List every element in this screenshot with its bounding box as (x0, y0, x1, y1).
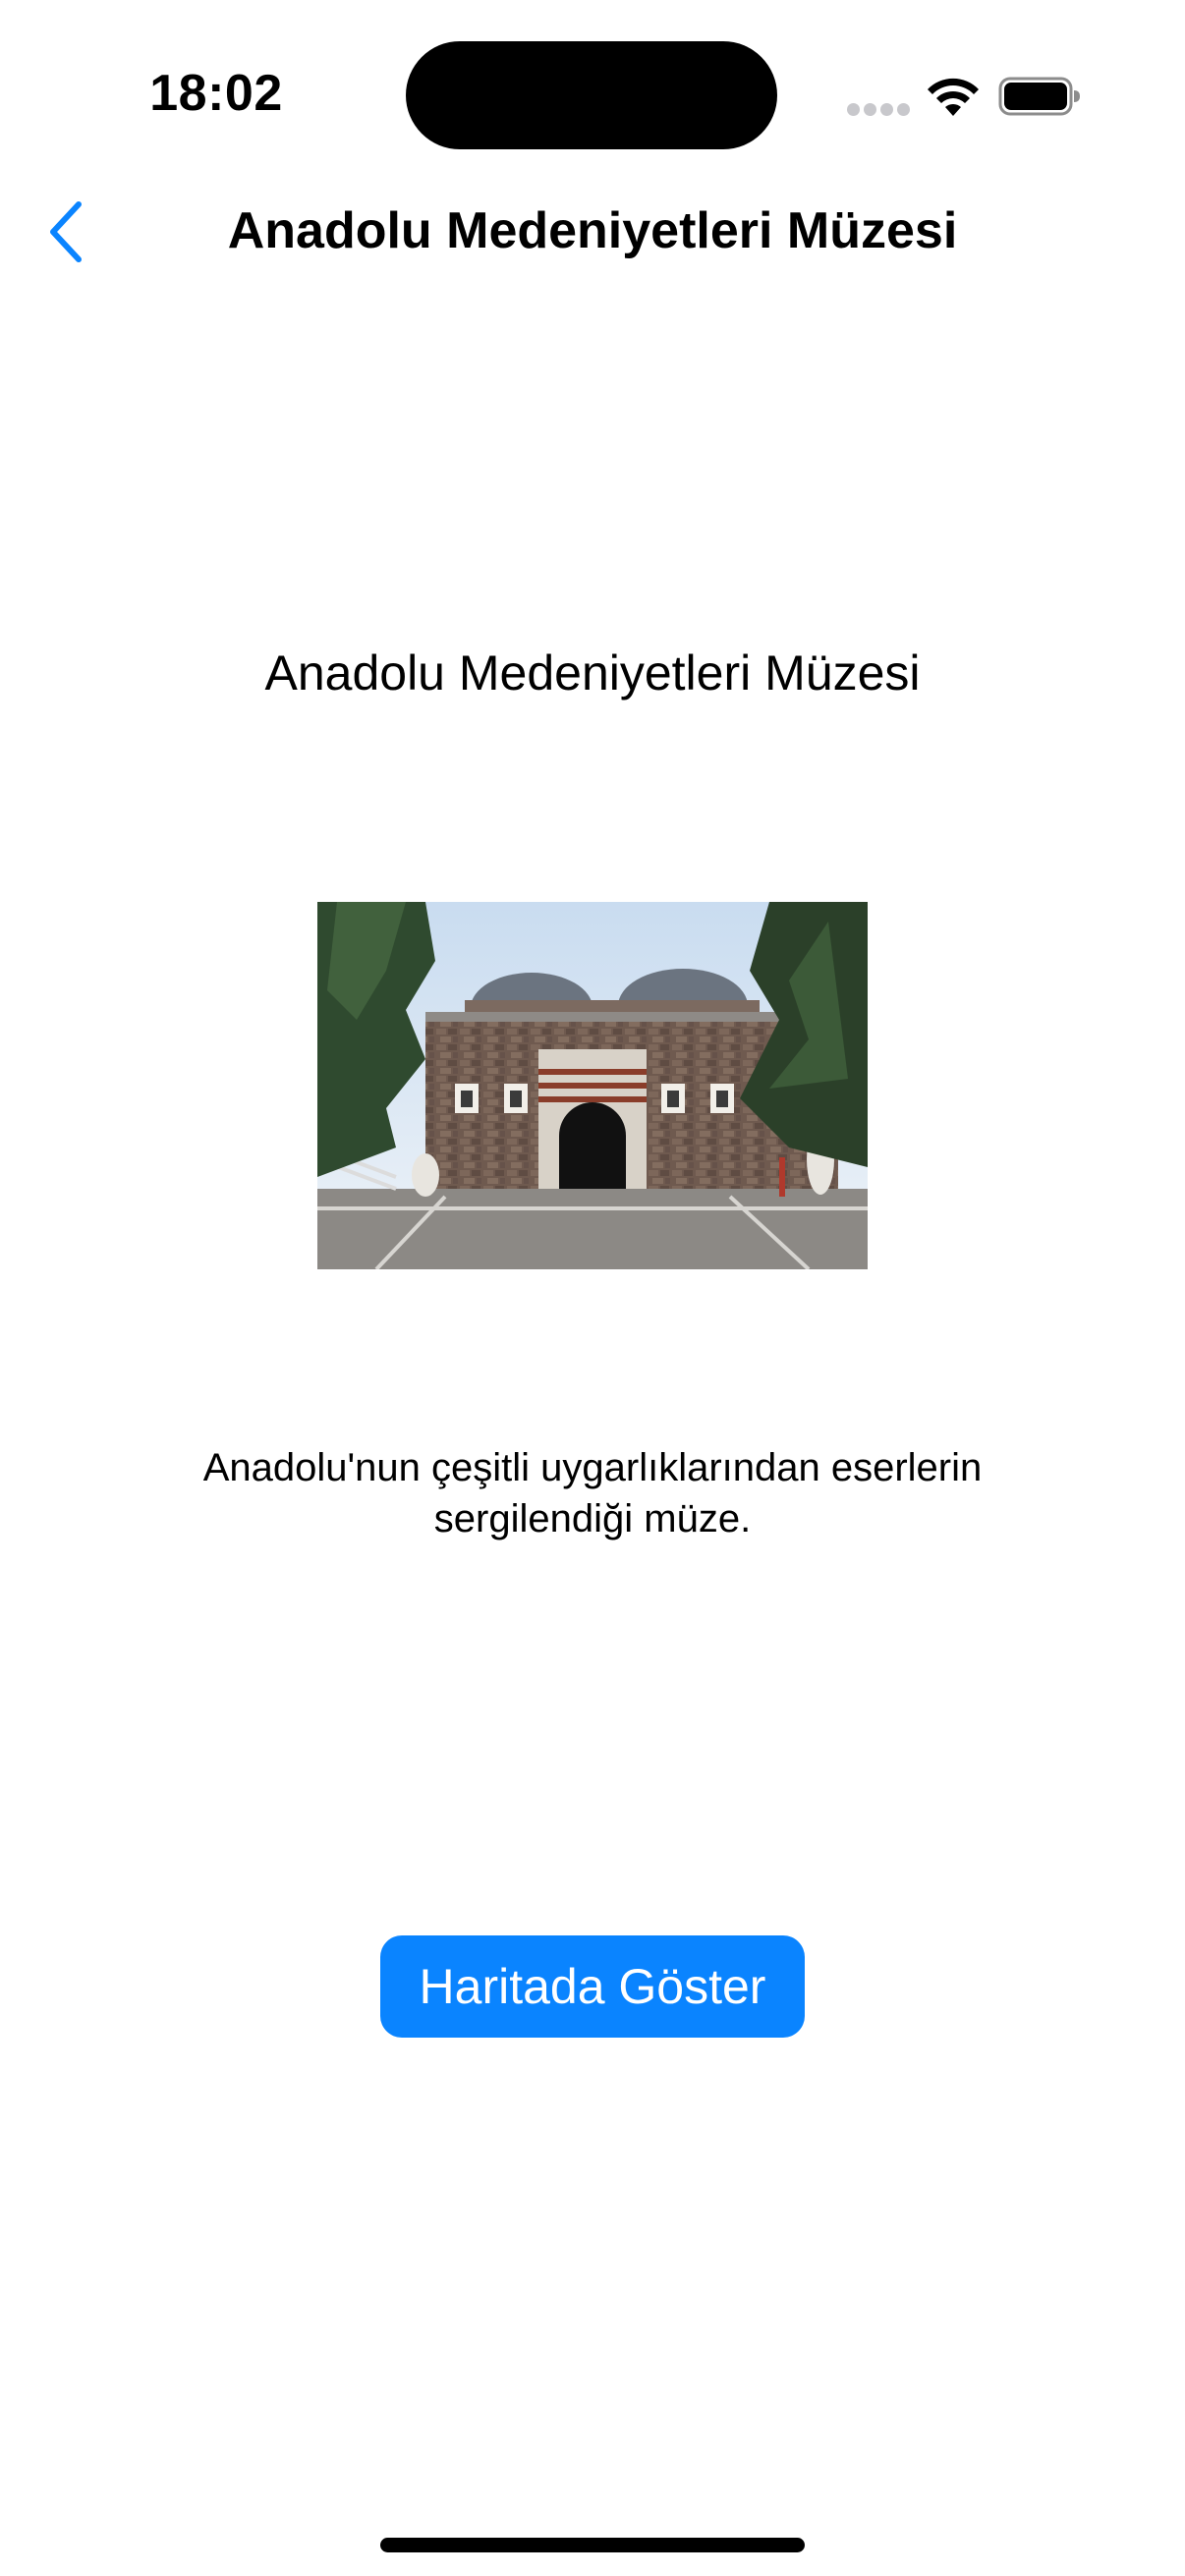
wifi-icon (928, 78, 979, 116)
dynamic-island (406, 41, 777, 149)
chevron-left-icon (50, 201, 82, 262)
place-description: Anadolu'nun çeşitli uygarlıklarından ese… (202, 1446, 983, 1540)
museum-photo (317, 902, 868, 1269)
status-time: 18:02 (149, 65, 283, 122)
show-on-map-button[interactable]: Haritada Göster (380, 1935, 805, 2038)
cellular-signal-icon (847, 103, 910, 117)
back-button[interactable] (29, 193, 98, 271)
home-indicator[interactable] (380, 2538, 805, 2552)
place-name: Anadolu Medeniyetleri Müzesi (264, 645, 921, 700)
battery-icon (998, 77, 1080, 116)
screen: 18:02 Anadolu Medeniyetleri Müzesi Anado… (0, 0, 1185, 2576)
nav-title: Anadolu Medeniyetleri Müzesi (227, 202, 958, 259)
